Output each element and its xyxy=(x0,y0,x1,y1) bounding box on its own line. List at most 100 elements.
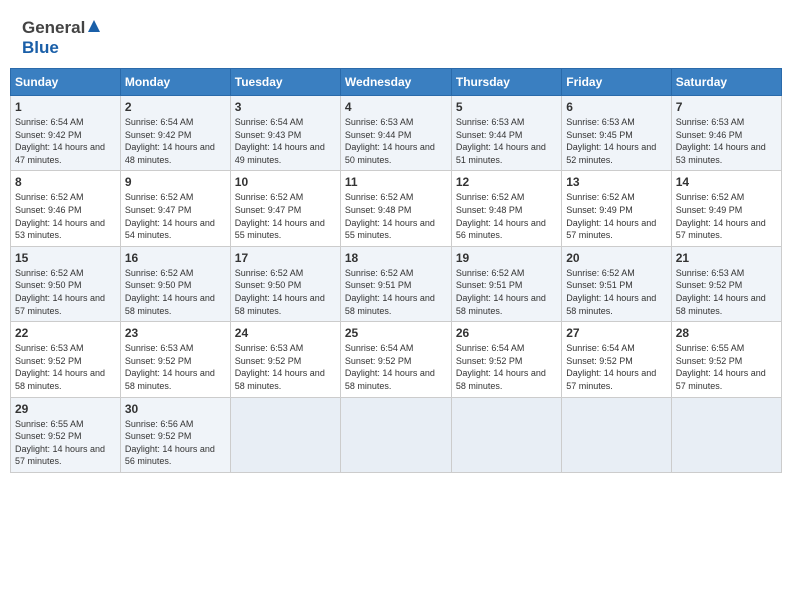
calendar-week-row: 22 Sunrise: 6:53 AMSunset: 9:52 PMDayligh… xyxy=(11,322,782,397)
calendar-header-row: Sunday Monday Tuesday Wednesday Thursday… xyxy=(11,69,782,96)
day-number: 16 xyxy=(125,251,226,265)
day-info: Sunrise: 6:54 AMSunset: 9:52 PMDaylight:… xyxy=(345,342,447,392)
day-number: 8 xyxy=(15,175,116,189)
day-number: 3 xyxy=(235,100,336,114)
calendar-cell: 11Sunrise: 6:52 AMSunset: 9:48 PMDayligh… xyxy=(340,171,451,246)
day-number: 6 xyxy=(566,100,666,114)
calendar-cell xyxy=(562,397,671,472)
calendar-cell: 19 Sunrise: 6:52 AMSunset: 9:51 PMDayligh… xyxy=(451,246,561,321)
day-number: 5 xyxy=(456,100,557,114)
calendar-cell: 15 Sunrise: 6:52 AMSunset: 9:50 PMDayligh… xyxy=(11,246,121,321)
day-info: Sunrise: 6:54 AMSunset: 9:52 PMDaylight:… xyxy=(456,342,557,392)
calendar-table: Sunday Monday Tuesday Wednesday Thursday… xyxy=(10,68,782,473)
calendar-cell: 9 Sunrise: 6:52 AMSunset: 9:47 PMDaylight… xyxy=(120,171,230,246)
day-info: Sunrise: 6:52 AMSunset: 9:51 PMDaylight:… xyxy=(345,267,447,317)
calendar-cell: 10 Sunrise: 6:52 AMSunset: 9:47 PMDayligh… xyxy=(230,171,340,246)
day-info: Sunrise: 6:53 AMSunset: 9:45 PMDaylight:… xyxy=(566,116,666,166)
day-info: Sunrise: 6:54 AMSunset: 9:42 PMDaylight:… xyxy=(15,116,116,166)
day-info: Sunrise: 6:52 AMSunset: 9:50 PMDaylight:… xyxy=(125,267,226,317)
day-info: Sunrise: 6:53 AMSunset: 9:46 PMDaylight:… xyxy=(676,116,777,166)
calendar-cell: 8 Sunrise: 6:52 AMSunset: 9:46 PMDaylight… xyxy=(11,171,121,246)
day-number: 18 xyxy=(345,251,447,265)
day-info: Sunrise: 6:52 AMSunset: 9:47 PMDaylight:… xyxy=(125,191,226,241)
day-number: 2 xyxy=(125,100,226,114)
calendar-cell: 17 Sunrise: 6:52 AMSunset: 9:50 PMDayligh… xyxy=(230,246,340,321)
header-tuesday: Tuesday xyxy=(230,69,340,96)
day-number: 1 xyxy=(15,100,116,114)
day-info: Sunrise: 6:53 AMSunset: 9:44 PMDaylight:… xyxy=(345,116,447,166)
day-info: Sunrise: 6:53 AMSunset: 9:52 PMDaylight:… xyxy=(125,342,226,392)
calendar-cell: 2 Sunrise: 6:54 AMSunset: 9:42 PMDaylight… xyxy=(120,96,230,171)
logo-general-text: General xyxy=(22,18,85,38)
day-info: Sunrise: 6:54 AMSunset: 9:42 PMDaylight:… xyxy=(125,116,226,166)
header-friday: Friday xyxy=(562,69,671,96)
day-info: Sunrise: 6:52 AMSunset: 9:50 PMDaylight:… xyxy=(15,267,116,317)
header-monday: Monday xyxy=(120,69,230,96)
calendar-cell: 26Sunrise: 6:54 AMSunset: 9:52 PMDayligh… xyxy=(451,322,561,397)
calendar-cell xyxy=(340,397,451,472)
calendar-cell xyxy=(671,397,781,472)
calendar-cell: 18 Sunrise: 6:52 AMSunset: 9:51 PMDayligh… xyxy=(340,246,451,321)
day-number: 29 xyxy=(15,402,116,416)
calendar-cell: 29 Sunrise: 6:55 AMSunset: 9:52 PMDayligh… xyxy=(11,397,121,472)
logo: General Blue xyxy=(22,18,101,58)
day-number: 19 xyxy=(456,251,557,265)
day-number: 10 xyxy=(235,175,336,189)
calendar-cell: 7 Sunrise: 6:53 AMSunset: 9:46 PMDaylight… xyxy=(671,96,781,171)
day-info: Sunrise: 6:52 AMSunset: 9:47 PMDaylight:… xyxy=(235,191,336,241)
day-number: 24 xyxy=(235,326,336,340)
day-number: 17 xyxy=(235,251,336,265)
header-sunday: Sunday xyxy=(11,69,121,96)
day-info: Sunrise: 6:52 AMSunset: 9:50 PMDaylight:… xyxy=(235,267,336,317)
logo-triangle-icon xyxy=(87,19,101,38)
calendar-week-row: 29 Sunrise: 6:55 AMSunset: 9:52 PMDayligh… xyxy=(11,397,782,472)
day-number: 21 xyxy=(676,251,777,265)
day-info: Sunrise: 6:52 AMSunset: 9:48 PMDaylight:… xyxy=(456,191,557,241)
calendar-cell: 16 Sunrise: 6:52 AMSunset: 9:50 PMDayligh… xyxy=(120,246,230,321)
day-number: 12 xyxy=(456,175,557,189)
header-thursday: Thursday xyxy=(451,69,561,96)
calendar-cell: 23 Sunrise: 6:53 AMSunset: 9:52 PMDayligh… xyxy=(120,322,230,397)
day-number: 22 xyxy=(15,326,116,340)
calendar-cell: 24 Sunrise: 6:53 AMSunset: 9:52 PMDayligh… xyxy=(230,322,340,397)
day-number: 7 xyxy=(676,100,777,114)
day-number: 11 xyxy=(345,175,447,189)
day-number: 9 xyxy=(125,175,226,189)
calendar-cell: 12 Sunrise: 6:52 AMSunset: 9:48 PMDayligh… xyxy=(451,171,561,246)
day-number: 23 xyxy=(125,326,226,340)
calendar-cell: 14 Sunrise: 6:52 AMSunset: 9:49 PMDayligh… xyxy=(671,171,781,246)
calendar-cell: 21Sunrise: 6:53 AMSunset: 9:52 PMDayligh… xyxy=(671,246,781,321)
header-wednesday: Wednesday xyxy=(340,69,451,96)
calendar-cell: 5Sunrise: 6:53 AMSunset: 9:44 PMDaylight… xyxy=(451,96,561,171)
day-info: Sunrise: 6:52 AMSunset: 9:49 PMDaylight:… xyxy=(676,191,777,241)
calendar-cell: 4 Sunrise: 6:53 AMSunset: 9:44 PMDaylight… xyxy=(340,96,451,171)
day-number: 13 xyxy=(566,175,666,189)
calendar-cell: 22Sunrise: 6:53 AMSunset: 9:52 PMDayligh… xyxy=(11,322,121,397)
day-info: Sunrise: 6:55 AMSunset: 9:52 PMDaylight:… xyxy=(15,418,116,468)
calendar-cell: 20 Sunrise: 6:52 AMSunset: 9:51 PMDayligh… xyxy=(562,246,671,321)
logo-blue-text: Blue xyxy=(22,38,59,57)
day-number: 27 xyxy=(566,326,666,340)
day-number: 30 xyxy=(125,402,226,416)
day-number: 15 xyxy=(15,251,116,265)
day-info: Sunrise: 6:52 AMSunset: 9:51 PMDaylight:… xyxy=(456,267,557,317)
calendar-cell: 28 Sunrise: 6:55 AMSunset: 9:52 PMDayligh… xyxy=(671,322,781,397)
day-info: Sunrise: 6:52 AMSunset: 9:46 PMDaylight:… xyxy=(15,191,116,241)
day-number: 14 xyxy=(676,175,777,189)
day-number: 20 xyxy=(566,251,666,265)
day-info: Sunrise: 6:53 AMSunset: 9:52 PMDaylight:… xyxy=(235,342,336,392)
page-header: General Blue xyxy=(10,10,782,62)
day-info: Sunrise: 6:55 AMSunset: 9:52 PMDaylight:… xyxy=(676,342,777,392)
calendar-cell: 25Sunrise: 6:54 AMSunset: 9:52 PMDayligh… xyxy=(340,322,451,397)
day-number: 4 xyxy=(345,100,447,114)
calendar-cell: 30 Sunrise: 6:56 AMSunset: 9:52 PMDayligh… xyxy=(120,397,230,472)
day-number: 28 xyxy=(676,326,777,340)
day-info: Sunrise: 6:52 AMSunset: 9:51 PMDaylight:… xyxy=(566,267,666,317)
calendar-cell: 3 Sunrise: 6:54 AMSunset: 9:43 PMDaylight… xyxy=(230,96,340,171)
calendar-cell: 1 Sunrise: 6:54 AMSunset: 9:42 PMDaylight… xyxy=(11,96,121,171)
day-info: Sunrise: 6:54 AMSunset: 9:43 PMDaylight:… xyxy=(235,116,336,166)
calendar-cell xyxy=(451,397,561,472)
day-info: Sunrise: 6:52 AMSunset: 9:49 PMDaylight:… xyxy=(566,191,666,241)
day-info: Sunrise: 6:56 AMSunset: 9:52 PMDaylight:… xyxy=(125,418,226,468)
day-info: Sunrise: 6:54 AMSunset: 9:52 PMDaylight:… xyxy=(566,342,666,392)
